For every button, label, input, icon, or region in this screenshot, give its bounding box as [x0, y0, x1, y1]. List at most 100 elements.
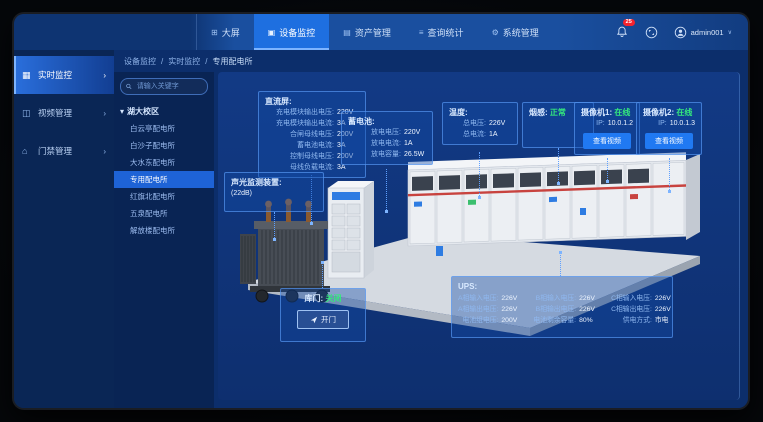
door-icon: ⌂: [22, 146, 33, 156]
body-row: ▦ 实时监控 › ◫ 视频管理 › ⌂ 门禁管理 › 设备监控 / 实时监控 /…: [14, 50, 748, 408]
metric-label: 放电电流:: [348, 138, 401, 149]
open-door-label: 开门: [321, 314, 336, 325]
tree-item-label: 大水东配电所: [130, 158, 175, 167]
nav-label: 大屏: [222, 26, 240, 39]
metric-value: (22dB): [231, 188, 253, 199]
metric-value: 10.0.1.3: [670, 118, 695, 129]
tree-item[interactable]: 白沙子配电所: [114, 137, 214, 154]
connector-line: [607, 158, 608, 182]
view-video-button[interactable]: 查看视频: [583, 133, 631, 149]
nav-item-dashboard[interactable]: ⊞ 大屏: [197, 14, 254, 50]
sidebar: ▦ 实时监控 › ◫ 视频管理 › ⌂ 门禁管理 ›: [14, 50, 114, 408]
nav-label: 查询统计: [428, 26, 464, 39]
view-video-button[interactable]: 查看视频: [645, 133, 693, 149]
metric-value: 226V: [489, 118, 511, 129]
metric-value: 220V: [404, 127, 426, 138]
tree-item-label: 白云亭配电所: [130, 124, 175, 133]
status-badge: 关闭: [325, 294, 341, 303]
tree-item-selected[interactable]: 专用配电所: [114, 171, 214, 188]
tree-search-input[interactable]: [135, 82, 202, 91]
content-area: 设备监控 / 实时监控 / 专用配电所: [114, 50, 748, 408]
sound-monitor-panel: 声光监测装置: (22dB): [224, 172, 324, 212]
panel-title: 温度:: [449, 107, 511, 118]
metric-value: 1A: [489, 129, 511, 140]
metric-label: C相输入电压:: [611, 293, 652, 304]
metric-label: 合闸母线电压:: [265, 129, 334, 140]
status-badge: 在线: [676, 108, 692, 117]
station-tree-panel: ▾ 湖大校区 白云亭配电所 白沙子配电所 大水东配电所 专用配电所 红旗北配电所…: [114, 72, 214, 408]
metric-value: 226V: [655, 293, 677, 304]
panel-title: 直流屏:: [265, 96, 359, 107]
battery-panel: 蓄电池: 放电电压:220V 放电电流:1A 放电容量:26.5W: [341, 111, 433, 165]
work-row: ▾ 湖大校区 白云亭配电所 白沙子配电所 大水东配电所 专用配电所 红旗北配电所…: [114, 72, 748, 408]
tree-root-node[interactable]: ▾ 湖大校区: [114, 103, 214, 120]
sidebar-item-access[interactable]: ⌂ 门禁管理 ›: [14, 132, 114, 170]
chevron-down-icon: ∨: [728, 29, 732, 36]
battery-cabinet: [328, 181, 374, 278]
open-door-button[interactable]: 开门: [297, 310, 349, 329]
tree-item[interactable]: 大水东配电所: [114, 154, 214, 171]
sidebar-item-label: 视频管理: [38, 107, 72, 119]
connector-line: [322, 262, 323, 288]
avatar-icon: [674, 26, 687, 39]
panel-title: 库门:: [305, 294, 324, 303]
notification-bell-button[interactable]: 25: [614, 24, 630, 40]
video-icon: ◫: [22, 108, 33, 119]
switchgear-row: [408, 152, 686, 246]
tree-item[interactable]: 红旗北配电所: [114, 188, 214, 205]
tree-item[interactable]: 解放楼配电所: [114, 222, 214, 239]
breadcrumb-item[interactable]: 设备监控: [124, 56, 156, 67]
ups-column-a: A相输入电压:226V A相输出电压:226V 电池组电压:200V: [458, 293, 523, 326]
nav-label: 资产管理: [355, 26, 391, 39]
nav-item-device-monitor[interactable]: ▣ 设备监控: [254, 14, 330, 50]
metric-value: 226V: [579, 293, 601, 304]
ups-panel: UPS: A相输入电压:226V A相输出电压:226V 电池组电压:200V …: [451, 276, 673, 338]
search-icon: [126, 83, 132, 90]
chevron-right-icon: ›: [103, 109, 106, 118]
door-open-icon: [310, 316, 318, 324]
nav-label: 系统管理: [503, 26, 539, 39]
metric-label: B相输出电压:: [533, 304, 576, 315]
panel-title: 摄像机1:: [581, 108, 612, 117]
logo-area: [14, 14, 197, 50]
metric-value: 80%: [579, 315, 601, 326]
sidebar-item-label: 门禁管理: [38, 145, 72, 157]
meter-panel: 温度: 总电压:226V 总电流:1A: [442, 102, 518, 145]
tree-item[interactable]: 五泉配电所: [114, 205, 214, 222]
metric-value: 226V: [501, 304, 523, 315]
metric-label: 总电压:: [449, 118, 486, 129]
connector-line: [274, 212, 275, 240]
metric-value: 226V: [655, 304, 677, 315]
tree-caret-icon: ▾: [120, 107, 124, 116]
nav-item-system[interactable]: ⚙ 系统管理: [478, 14, 553, 50]
screen-background: ⊞ 大屏 ▣ 设备监控 ▤ 资产管理 ≡ 查询统计 ⚙ 系统管理: [0, 0, 763, 422]
user-name: admin001: [691, 28, 724, 37]
metric-label: A相输出电压:: [458, 304, 498, 315]
tree-item[interactable]: 白云亭配电所: [114, 120, 214, 137]
bell-icon: [616, 26, 628, 38]
metric-value: 226V: [579, 304, 601, 315]
transformer: [240, 199, 330, 302]
sidebar-item-realtime[interactable]: ▦ 实时监控 ›: [14, 56, 114, 94]
metric-value: 200V: [501, 315, 523, 326]
panel-title: UPS:: [458, 281, 666, 292]
sidebar-item-label: 实时监控: [38, 69, 72, 81]
nav-item-assets[interactable]: ▤ 资产管理: [329, 14, 405, 50]
tree-root-label: 湖大校区: [127, 106, 159, 117]
metric-label: 电池剩余容量:: [533, 315, 576, 326]
user-menu[interactable]: admin001 ∨: [674, 26, 732, 39]
metric-label: 放电电压:: [348, 127, 401, 138]
sidebar-item-video[interactable]: ◫ 视频管理 ›: [14, 94, 114, 132]
station-3d-canvas: 直流屏: 充电模块输出电压:220V 充电模块输出电流:3A 合闸母线电压:20…: [218, 72, 740, 400]
metric-label: 充电模块输出电压:: [265, 107, 334, 118]
breadcrumb-separator: /: [161, 57, 163, 66]
gear-icon: ⚙: [492, 28, 499, 37]
metric-label: 供电方式:: [611, 315, 652, 326]
metric-label: 放电容量:: [348, 149, 401, 160]
fullscreen-button[interactable]: [644, 24, 660, 40]
metric-label: 电池组电压:: [458, 315, 498, 326]
breadcrumb-item[interactable]: 实时监控: [168, 56, 200, 67]
tree-item-label: 红旗北配电所: [130, 192, 175, 201]
tree-search-box[interactable]: [120, 78, 208, 95]
nav-item-statistics[interactable]: ≡ 查询统计: [405, 14, 478, 50]
